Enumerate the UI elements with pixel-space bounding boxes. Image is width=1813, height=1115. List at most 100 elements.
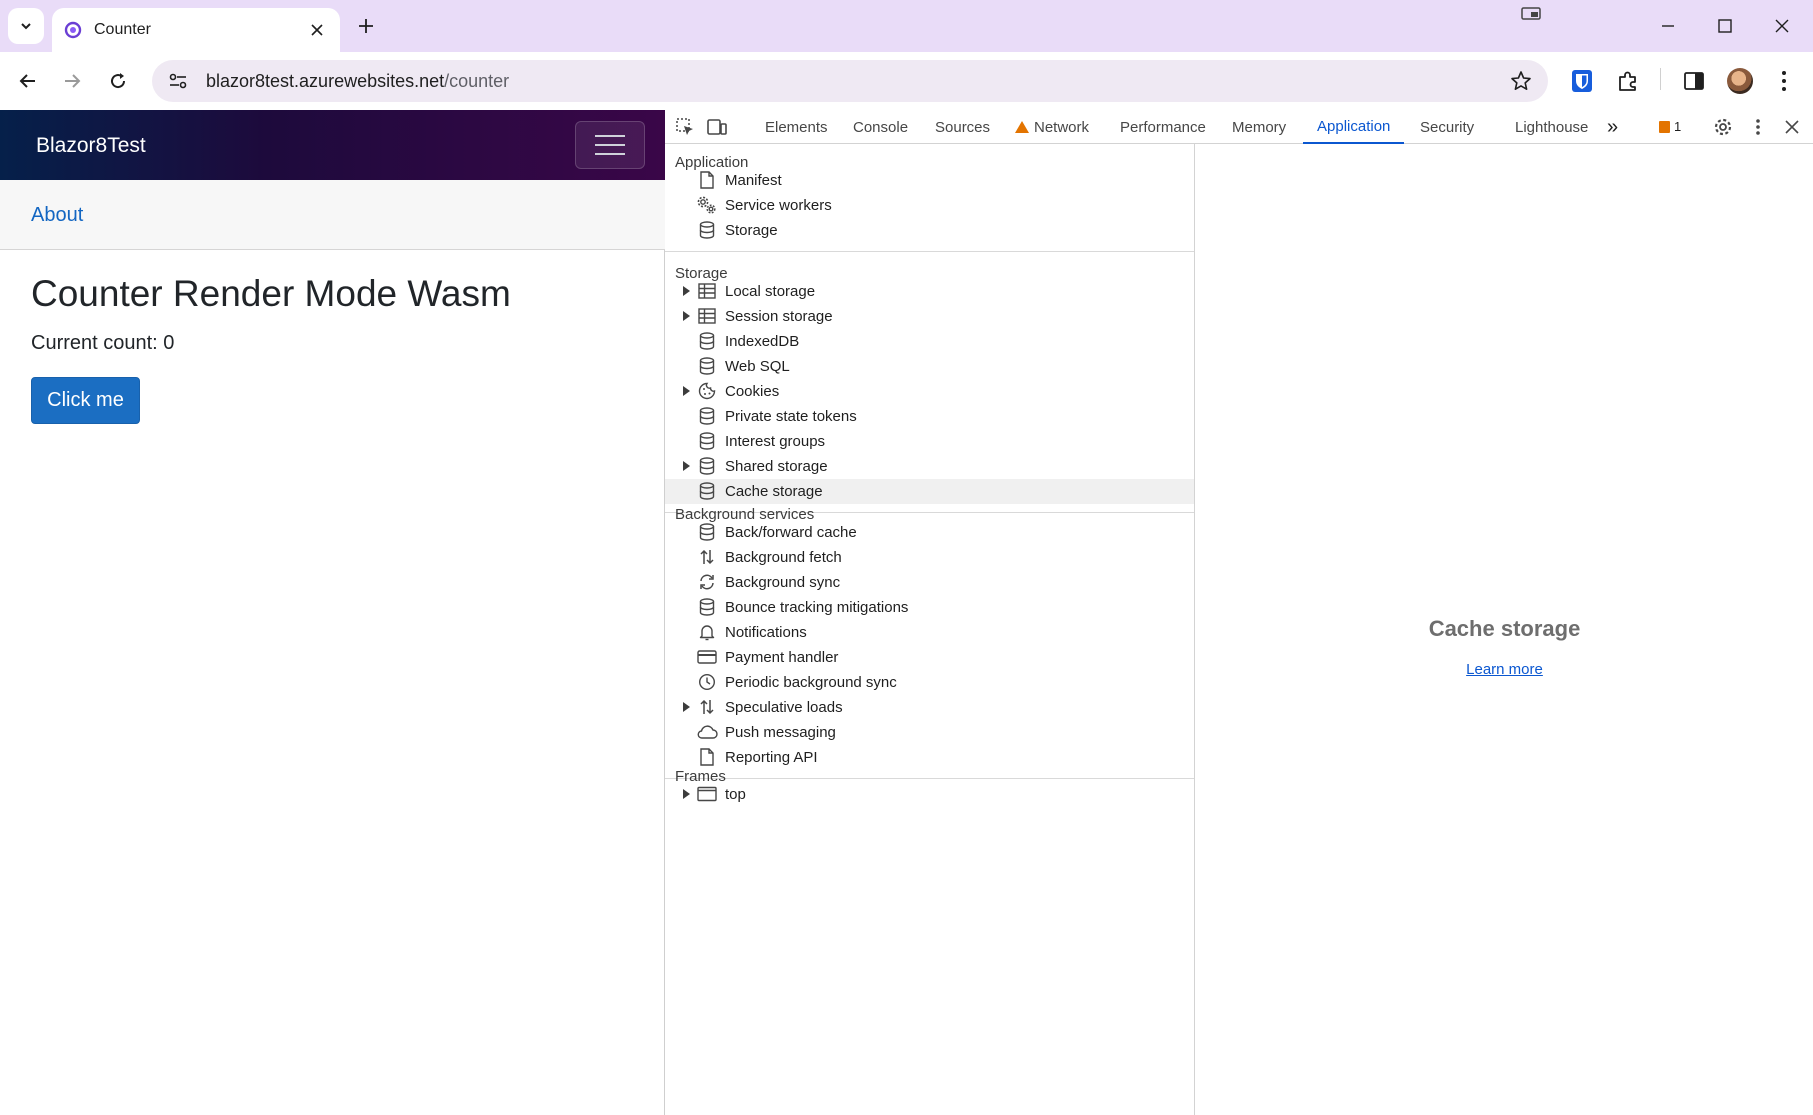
- tab-search-button[interactable]: [8, 8, 44, 44]
- inspect-element-button[interactable]: [673, 115, 697, 139]
- sidebar-item-cookies[interactable]: Cookies: [665, 379, 1194, 404]
- sidebar-item-bounce-tracking-mitigations[interactable]: Bounce tracking mitigations: [665, 595, 1194, 620]
- expand-arrow-icon[interactable]: [683, 789, 690, 799]
- expand-arrow-icon[interactable]: [683, 311, 690, 321]
- bookmark-star-button[interactable]: [1508, 68, 1534, 94]
- browser-menu-button[interactable]: [1767, 64, 1801, 98]
- sidebar-item-label: Background sync: [725, 574, 841, 591]
- tab-sources[interactable]: Sources: [935, 110, 990, 144]
- sidebar-item-label: Cookies: [725, 383, 780, 400]
- tab-title: Counter: [94, 21, 151, 38]
- sidebar-item-label: Reporting API: [725, 749, 818, 766]
- side-panel-icon: [1684, 72, 1704, 90]
- sidebar-item-reporting-api[interactable]: Reporting API: [665, 745, 1194, 770]
- sidebar-item-label: Service workers: [725, 197, 832, 214]
- tab-performance[interactable]: Performance: [1120, 110, 1206, 144]
- site-info-button[interactable]: [166, 69, 190, 93]
- reload-button[interactable]: [102, 65, 134, 97]
- tab-close-button[interactable]: [306, 19, 328, 41]
- arrow-left-icon: [19, 74, 35, 88]
- sidebar-item-session-storage[interactable]: Session storage: [665, 304, 1194, 329]
- minimize-button[interactable]: [1652, 10, 1684, 42]
- maximize-icon: [1718, 19, 1732, 33]
- database-icon: [696, 481, 718, 501]
- browser-tab-counter[interactable]: Counter: [52, 8, 340, 52]
- sidebar-item-manifest[interactable]: Manifest: [665, 168, 1194, 193]
- sidebar-item-storage[interactable]: Storage: [665, 218, 1194, 243]
- cookie-icon: [696, 381, 718, 401]
- current-count: Current count: 0: [31, 332, 175, 354]
- expand-arrow-icon[interactable]: [683, 461, 690, 471]
- sidebar-item-payment-handler[interactable]: Payment handler: [665, 645, 1194, 670]
- sidebar-item-speculative-loads[interactable]: Speculative loads: [665, 695, 1194, 720]
- url-text: blazor8test.azurewebsites.net/counter: [206, 71, 1508, 92]
- devtools-tabbar: Elements Console Sources Network Perform…: [665, 110, 1813, 144]
- click-me-button[interactable]: Click me: [31, 377, 140, 424]
- sidebar-item-background-fetch[interactable]: Background fetch: [665, 545, 1194, 570]
- sidebar-item-background-sync[interactable]: Background sync: [665, 570, 1194, 595]
- top-row: About: [0, 180, 665, 250]
- maximize-button[interactable]: [1709, 10, 1741, 42]
- sidebar-item-service-workers[interactable]: Service workers: [665, 193, 1194, 218]
- sidebar-item-shared-storage[interactable]: Shared storage: [665, 454, 1194, 479]
- tab-memory[interactable]: Memory: [1232, 110, 1286, 144]
- page-viewport: Blazor8Test About Counter Render Mode Wa…: [0, 110, 665, 1115]
- sidebar-item-label: Periodic background sync: [725, 674, 897, 691]
- issue-flag-icon: [1659, 120, 1670, 133]
- sidebar-item-indexeddb[interactable]: IndexedDB: [665, 329, 1194, 354]
- sidebar-item-notifications[interactable]: Notifications: [665, 620, 1194, 645]
- database-icon: [696, 331, 718, 351]
- sidebar-item-private-state-tokens[interactable]: Private state tokens: [665, 404, 1194, 429]
- tab-console[interactable]: Console: [853, 110, 908, 144]
- more-tabs-button[interactable]: »: [1607, 110, 1618, 144]
- file-icon: [696, 747, 718, 767]
- sidebar-item-periodic-background-sync[interactable]: Periodic background sync: [665, 670, 1194, 695]
- extensions-button[interactable]: [1611, 64, 1645, 98]
- tab-lighthouse[interactable]: Lighthouse: [1515, 110, 1588, 144]
- chevron-down-icon: [21, 23, 31, 30]
- sidebar-item-top[interactable]: top: [665, 782, 1194, 807]
- back-button[interactable]: [12, 65, 44, 97]
- address-bar[interactable]: blazor8test.azurewebsites.net/counter: [152, 60, 1548, 102]
- devtools-settings-button[interactable]: [1711, 115, 1735, 139]
- bitwarden-extension-button[interactable]: [1565, 64, 1599, 98]
- about-link[interactable]: About: [31, 204, 83, 227]
- page-title: Counter Render Mode Wasm: [31, 273, 511, 314]
- table-icon: [696, 281, 718, 301]
- sidebar-item-back-forward-cache[interactable]: Back/forward cache: [665, 520, 1194, 545]
- sidebar-item-label: Manifest: [725, 172, 782, 189]
- side-panel-button[interactable]: [1677, 64, 1711, 98]
- sidebar-item-label: Background fetch: [725, 549, 842, 566]
- devtools-close-button[interactable]: [1780, 115, 1804, 139]
- tab-elements[interactable]: Elements: [765, 110, 828, 144]
- sidebar-item-interest-groups[interactable]: Interest groups: [665, 429, 1194, 454]
- tune-icon: [169, 73, 187, 89]
- sidebar-item-cache-storage[interactable]: Cache storage: [665, 479, 1194, 504]
- issues-counter[interactable]: 1: [1659, 119, 1681, 134]
- tab-application[interactable]: Application: [1303, 110, 1405, 144]
- database-icon: [696, 522, 718, 542]
- navbar-toggler-button[interactable]: [575, 121, 645, 169]
- sidebar-item-local-storage[interactable]: Local storage: [665, 279, 1194, 304]
- expand-arrow-icon[interactable]: [683, 386, 690, 396]
- devtools-menu-button[interactable]: [1746, 115, 1770, 139]
- learn-more-link[interactable]: Learn more: [1196, 661, 1813, 678]
- sidebar-item-label: Cache storage: [725, 483, 823, 500]
- expand-arrow-icon[interactable]: [683, 702, 690, 712]
- sidebar-item-label: Interest groups: [725, 433, 826, 450]
- profile-button[interactable]: [1723, 64, 1757, 98]
- tab-network[interactable]: Network: [1015, 110, 1089, 144]
- device-toolbar-button[interactable]: [705, 115, 729, 139]
- device-icon: [707, 119, 727, 135]
- sidebar-item-push-messaging[interactable]: Push messaging: [665, 720, 1194, 745]
- new-tab-button[interactable]: [352, 12, 380, 40]
- sidebar-item-label: Bounce tracking mitigations: [725, 599, 909, 616]
- url-host: blazor8test.azurewebsites.net: [206, 70, 445, 91]
- hamburger-line: [595, 135, 625, 137]
- brand-link[interactable]: Blazor8Test: [36, 134, 146, 158]
- sidebar-item-web-sql[interactable]: Web SQL: [665, 354, 1194, 379]
- expand-arrow-icon[interactable]: [683, 286, 690, 296]
- close-window-button[interactable]: [1766, 10, 1798, 42]
- forward-button[interactable]: [56, 65, 88, 97]
- tab-security[interactable]: Security: [1420, 110, 1474, 144]
